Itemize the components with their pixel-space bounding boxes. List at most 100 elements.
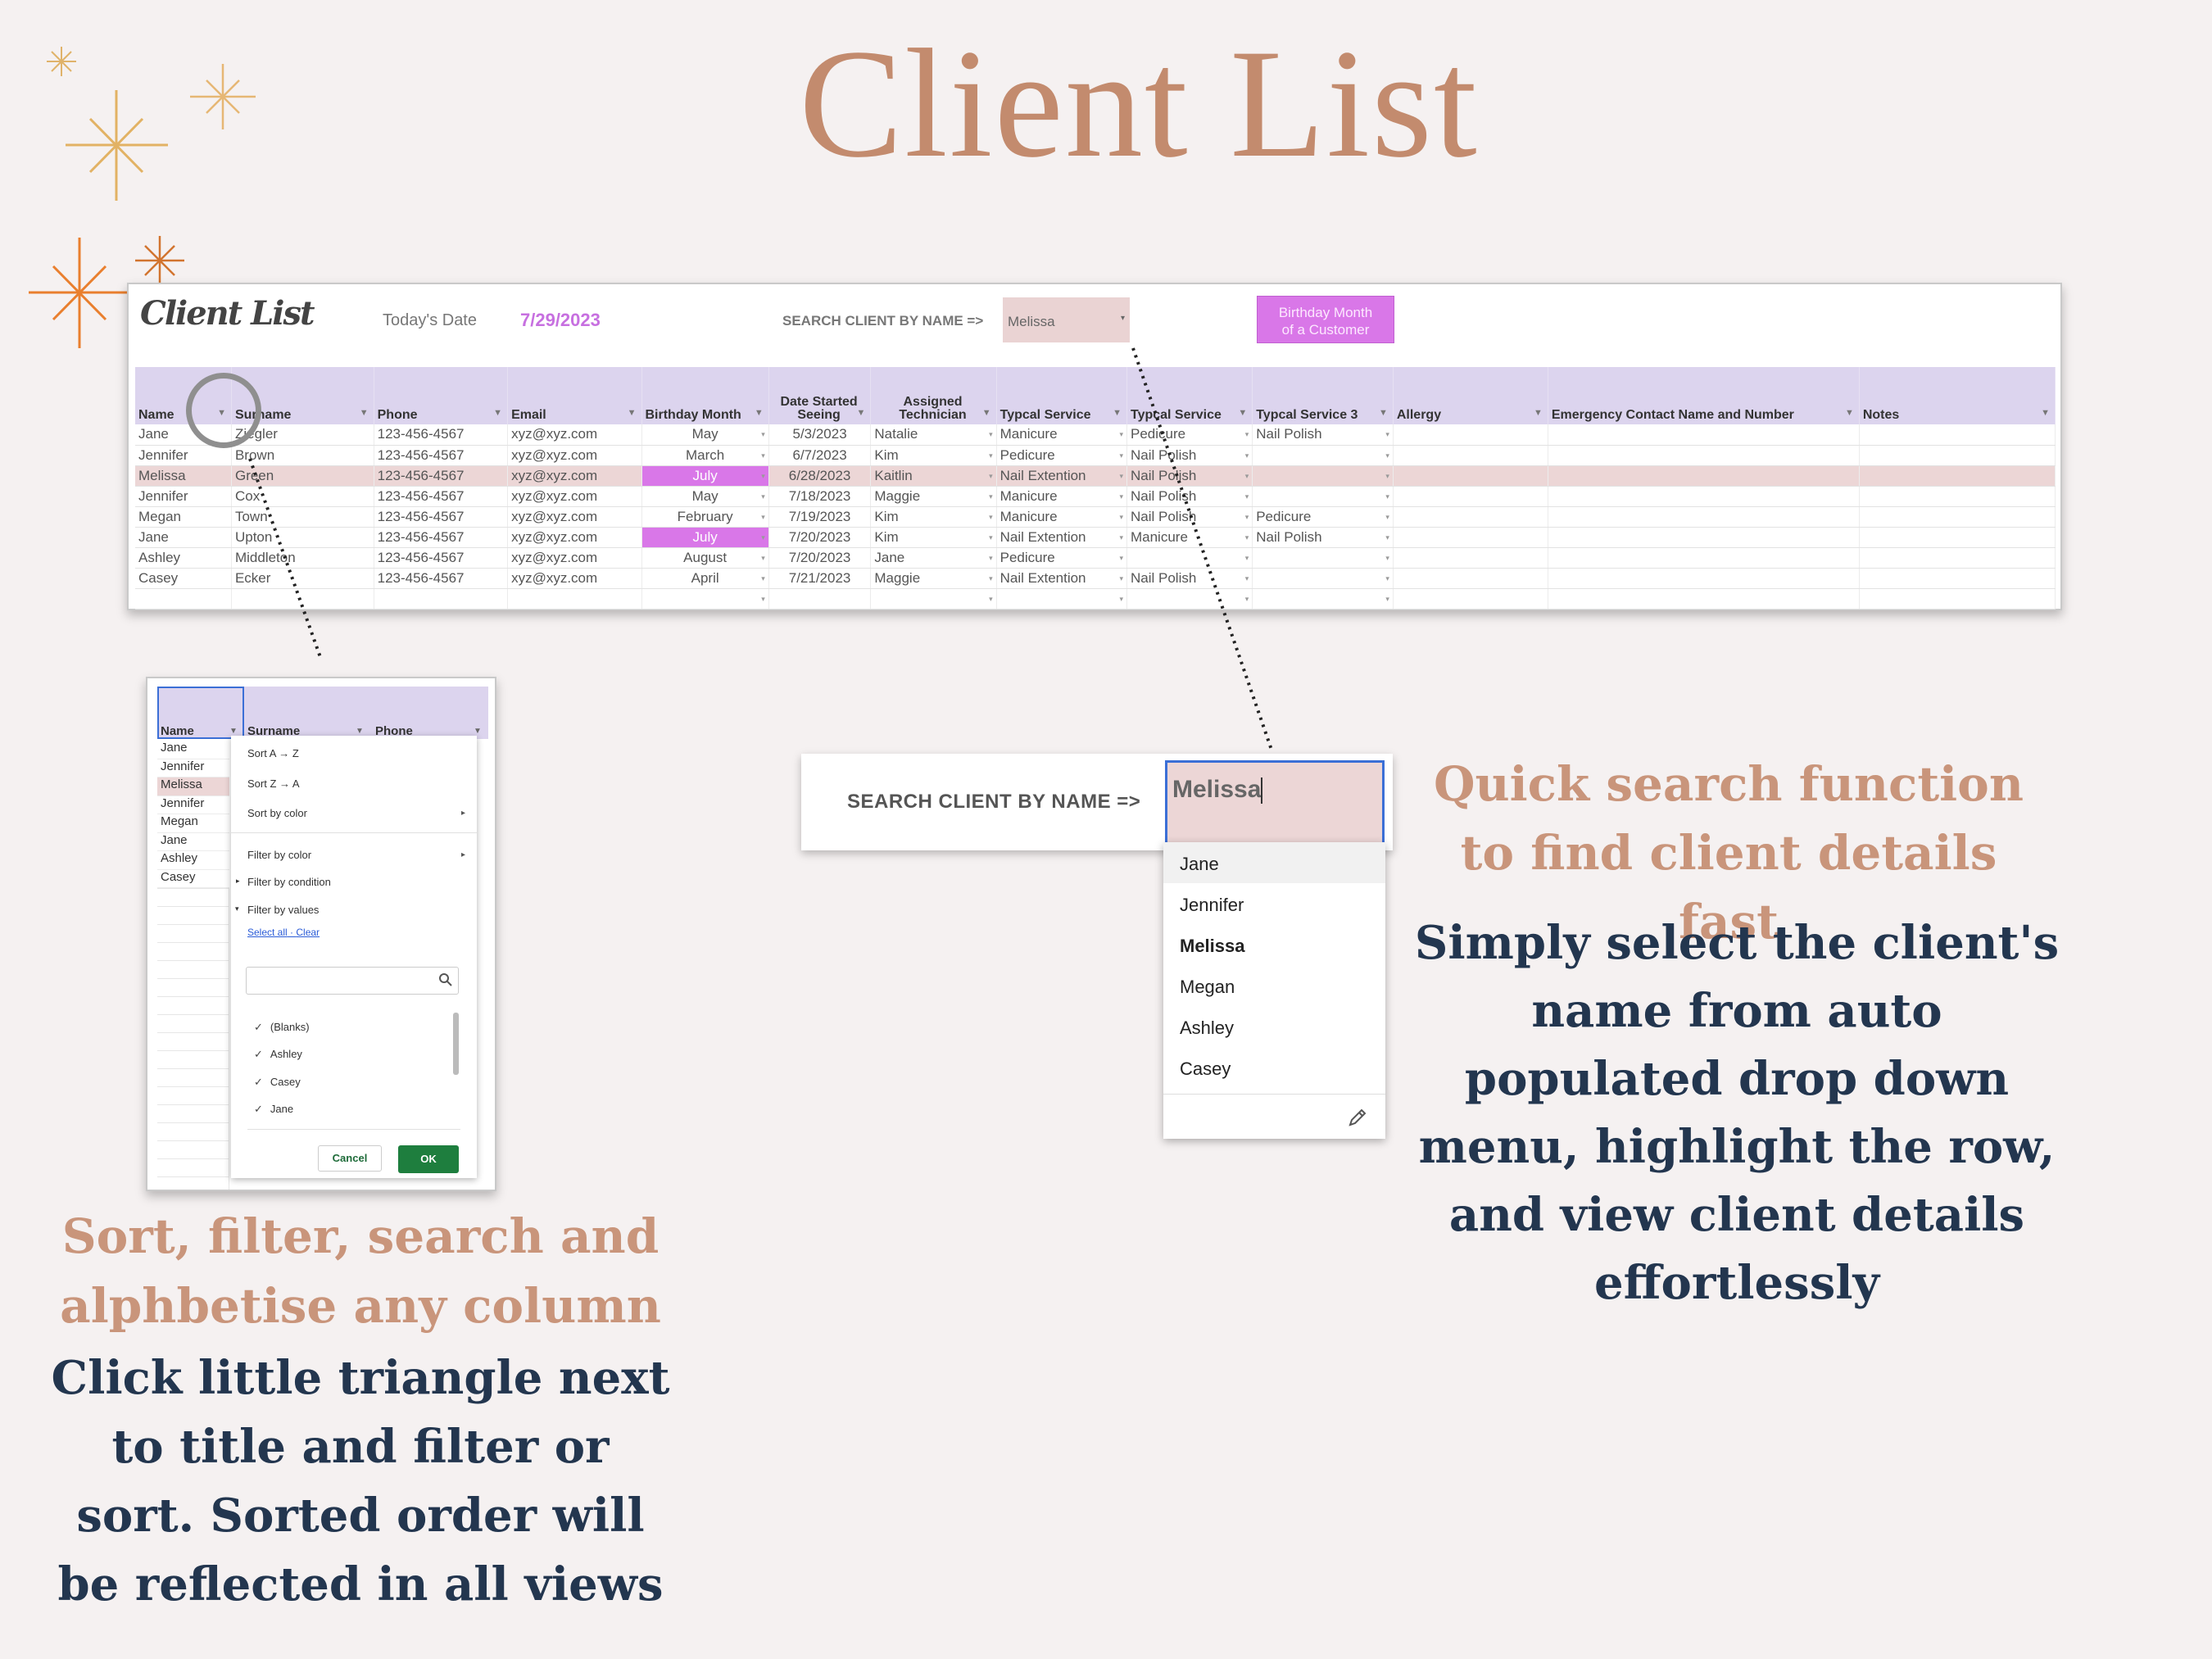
list-item[interactable]: Melissa [157,777,229,796]
table-cell[interactable]: May ▾ [641,486,769,507]
dropdown-arrow-icon[interactable]: ▾ [1119,430,1123,439]
ok-button[interactable]: OK [398,1145,459,1173]
dropdown-arrow-icon[interactable]: ▾ [761,533,765,542]
menu-sort-za[interactable]: Sort Z → A [247,777,300,790]
table-cell[interactable]: July ▾ [641,527,769,548]
dropdown-arrow-icon[interactable]: ▾ [989,554,993,563]
dropdown-arrow-icon[interactable]: ▾ [1119,595,1123,604]
table-cell[interactable]: Nail Extention ▾ [996,465,1127,487]
table-cell[interactable]: ▾ [870,588,997,610]
table-row[interactable]: Jane Upton 123-456-4567 xyz@xyz.com July ▾ 7/2… [135,527,2056,548]
table-cell[interactable] [1859,547,2056,569]
filter-triangle-icon[interactable]: ▼ [982,406,991,419]
dropdown-arrow-icon[interactable]: ▾ [1119,451,1123,460]
column-header[interactable]: Typcal Service 3 ▼ [1252,367,1394,424]
table-cell[interactable]: Pedicure ▾ [1126,424,1253,446]
table-cell[interactable]: Nail Polish ▾ [1252,527,1394,548]
table-cell[interactable]: March ▾ [641,445,769,466]
table-row[interactable]: Ashley Middleton 123-456-4567 xyz@xyz.com Au… [135,547,2056,569]
table-cell[interactable]: ▾ [1252,588,1394,610]
dropdown-arrow-icon[interactable]: ▾ [761,574,765,583]
table-cell[interactable] [1548,445,1860,466]
table-cell[interactable]: Nail Polish ▾ [1252,424,1394,446]
dropdown-arrow-icon[interactable]: ▾ [989,574,993,583]
table-cell[interactable] [374,588,509,610]
column-header[interactable]: Emergency Contact Name and Number ▼ [1548,367,1860,424]
table-cell[interactable]: ▾ [1252,486,1394,507]
table-row[interactable]: Jennifer Brown 123-456-4567 xyz@xyz.com Marc… [135,445,2056,466]
table-cell[interactable]: 7/20/2023 [768,547,872,569]
table-cell[interactable]: ▾ [1252,465,1394,487]
table-cell[interactable]: Manicure ▾ [996,506,1127,528]
select-all-link[interactable]: Select all [247,927,288,938]
table-cell[interactable]: Nail Polish ▾ [1126,486,1253,507]
table-cell[interactable]: Nail Polish ▾ [1126,465,1253,487]
dropdown-arrow-icon[interactable]: ▾ [761,451,765,460]
table-cell[interactable]: xyz@xyz.com [507,465,642,487]
filter-triangle-icon[interactable]: ▼ [857,406,866,419]
filter-triangle-icon[interactable]: ▼ [356,727,364,736]
table-cell[interactable]: 7/19/2023 [768,506,872,528]
table-cell[interactable] [1393,465,1548,487]
dropdown-arrow-icon[interactable]: ▾ [1245,595,1249,604]
filter-triangle-icon[interactable]: ▼ [628,406,637,419]
table-cell[interactable]: ▾ [1252,568,1394,589]
table-cell[interactable]: 123-456-4567 [374,568,509,589]
table-cell[interactable]: July ▾ [641,465,769,487]
table-cell[interactable]: Ecker [231,568,374,589]
table-cell[interactable] [768,588,872,610]
table-cell[interactable]: 6/28/2023 [768,465,872,487]
cancel-button[interactable]: Cancel [318,1145,382,1172]
table-cell[interactable]: Pedicure ▾ [996,445,1127,466]
table-cell[interactable]: 123-456-4567 [374,465,509,487]
table-cell[interactable]: xyz@xyz.com [507,547,642,569]
table-cell[interactable]: 5/3/2023 [768,424,872,446]
dropdown-arrow-icon[interactable]: ▾ [761,595,765,604]
list-item[interactable]: Jane [157,833,229,851]
column-header[interactable]: Typcal Service ▼ [1126,367,1253,424]
table-cell[interactable]: Kim ▾ [870,506,997,528]
table-row[interactable]: Jane Ziegler 123-456-4567 xyz@xyz.com May ▾ 5/… [135,424,2056,446]
table-row[interactable]: Megan Town 123-456-4567 xyz@xyz.com February… [135,506,2056,528]
table-row[interactable]: ▾ ▾ ▾ ▾ ▾ [135,588,2056,610]
table-cell[interactable]: Manicure ▾ [996,424,1127,446]
list-item[interactable]: Jane [157,741,229,759]
table-cell[interactable]: 123-456-4567 [374,527,509,548]
table-cell[interactable]: Casey [135,568,232,589]
column-header[interactable]: Allergy ▼ [1393,367,1548,424]
dropdown-option[interactable]: Ashley [1163,1006,1385,1047]
table-cell[interactable] [1548,588,1860,610]
dropdown-arrow-icon[interactable]: ▾ [989,595,993,604]
table-cell[interactable]: 6/7/2023 [768,445,872,466]
dropdown-arrow-icon[interactable]: ▾ [1385,472,1389,481]
table-cell[interactable] [1548,506,1860,528]
table-row[interactable]: Jennifer Cox 123-456-4567 xyz@xyz.com May ▾ 7/… [135,486,2056,507]
value-checkbox[interactable]: ✓ Casey [254,1076,301,1089]
table-cell[interactable]: Middleton [231,547,374,569]
table-cell[interactable] [1859,465,2056,487]
table-cell[interactable]: Kim ▾ [870,445,997,466]
table-cell[interactable] [1859,588,2056,610]
column-header[interactable]: Birthday Month ▼ [641,367,769,424]
column-header[interactable]: Assigned Technician ▼ [870,367,997,424]
table-cell[interactable] [1548,547,1860,569]
menu-sort-by-color[interactable]: Sort by color [247,807,307,819]
table-cell[interactable]: Upton [231,527,374,548]
table-cell[interactable]: ▾ [1126,588,1253,610]
dropdown-arrow-icon[interactable]: ▾ [1245,430,1249,439]
list-item[interactable]: Casey [157,870,229,888]
dropdown-arrow-icon[interactable]: ▾ [1245,554,1249,563]
dropdown-option[interactable]: Megan [1163,965,1385,1006]
table-cell[interactable]: Kaitlin ▾ [870,465,997,487]
table-cell[interactable]: xyz@xyz.com [507,445,642,466]
search-client-dropdown[interactable]: Melissa ▾ [1003,297,1130,342]
filter-triangle-icon[interactable]: ▼ [493,406,502,419]
table-cell[interactable]: 123-456-4567 [374,506,509,528]
table-cell[interactable]: May ▾ [641,424,769,446]
table-cell[interactable]: Nail Extention ▾ [996,568,1127,589]
table-row[interactable]: Casey Ecker 123-456-4567 xyz@xyz.com April ▾ 7… [135,568,2056,589]
table-cell[interactable]: Natalie ▾ [870,424,997,446]
dropdown-arrow-icon[interactable]: ▾ [989,492,993,501]
dropdown-arrow-icon[interactable]: ▾ [989,513,993,522]
table-cell[interactable]: 123-456-4567 [374,486,509,507]
